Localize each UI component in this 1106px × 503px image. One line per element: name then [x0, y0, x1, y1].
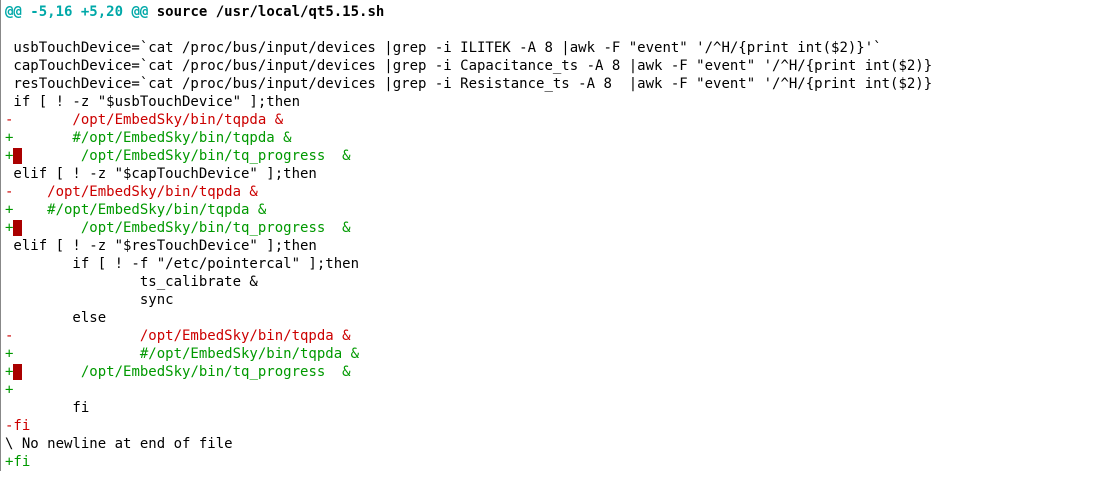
diff-line-added: + /opt/EmbedSky/bin/tq_progress & — [5, 219, 1106, 237]
hunk-header: @@ -5,16 +5,20 @@ source /usr/local/qt5.… — [5, 3, 1106, 21]
diff-line: elif [ ! -z "$resTouchDevice" ];then — [5, 237, 1106, 255]
trailing-ws — [13, 364, 21, 380]
diff-line: capTouchDevice=`cat /proc/bus/input/devi… — [5, 57, 1106, 75]
diff-line-removed: - /opt/EmbedSky/bin/tqpda & — [5, 183, 1106, 201]
diff-line: else — [5, 309, 1106, 327]
diff-line — [5, 21, 1106, 39]
diff-line-added: + /opt/EmbedSky/bin/tq_progress & — [5, 363, 1106, 381]
trailing-ws — [13, 148, 21, 164]
diff-line-added: + #/opt/EmbedSky/bin/tqpda & — [5, 201, 1106, 219]
diff-line-added: + — [5, 381, 1106, 399]
diff-line-removed: -fi — [5, 417, 1106, 435]
diff-line-added: + #/opt/EmbedSky/bin/tqpda & — [5, 345, 1106, 363]
diff-line: if [ ! -f "/etc/pointercal" ];then — [5, 255, 1106, 273]
diff-line-removed: - /opt/EmbedSky/bin/tqpda & — [5, 111, 1106, 129]
no-newline-marker: \ No newline at end of file — [5, 435, 1106, 453]
diff-viewport: @@ -5,16 +5,20 @@ source /usr/local/qt5.… — [0, 0, 1106, 471]
diff-line: resTouchDevice=`cat /proc/bus/input/devi… — [5, 75, 1106, 93]
add-body: /opt/EmbedSky/bin/tq_progress & — [22, 148, 351, 164]
diff-line-added: + #/opt/EmbedSky/bin/tqpda & — [5, 129, 1106, 147]
diff-line-added: + /opt/EmbedSky/bin/tq_progress & — [5, 147, 1106, 165]
hunk-at-open: @@ — [5, 4, 30, 20]
diff-line: elif [ ! -z "$capTouchDevice" ];then — [5, 165, 1106, 183]
diff-line-added: +fi — [5, 453, 1106, 471]
hunk-range: -5,16 +5,20 — [30, 4, 123, 20]
add-body: /opt/EmbedSky/bin/tq_progress & — [22, 364, 351, 380]
add-body: /opt/EmbedSky/bin/tq_progress & — [22, 220, 351, 236]
diff-line-removed: - /opt/EmbedSky/bin/tqpda & — [5, 327, 1106, 345]
diff-line: fi — [5, 399, 1106, 417]
trailing-ws — [13, 220, 21, 236]
diff-line: ts_calibrate & — [5, 273, 1106, 291]
diff-line: if [ ! -z "$usbTouchDevice" ];then — [5, 93, 1106, 111]
diff-line: sync — [5, 291, 1106, 309]
hunk-file: source /usr/local/qt5.15.sh — [148, 4, 384, 20]
diff-line: usbTouchDevice=`cat /proc/bus/input/devi… — [5, 39, 1106, 57]
hunk-at-close: @@ — [123, 4, 148, 20]
